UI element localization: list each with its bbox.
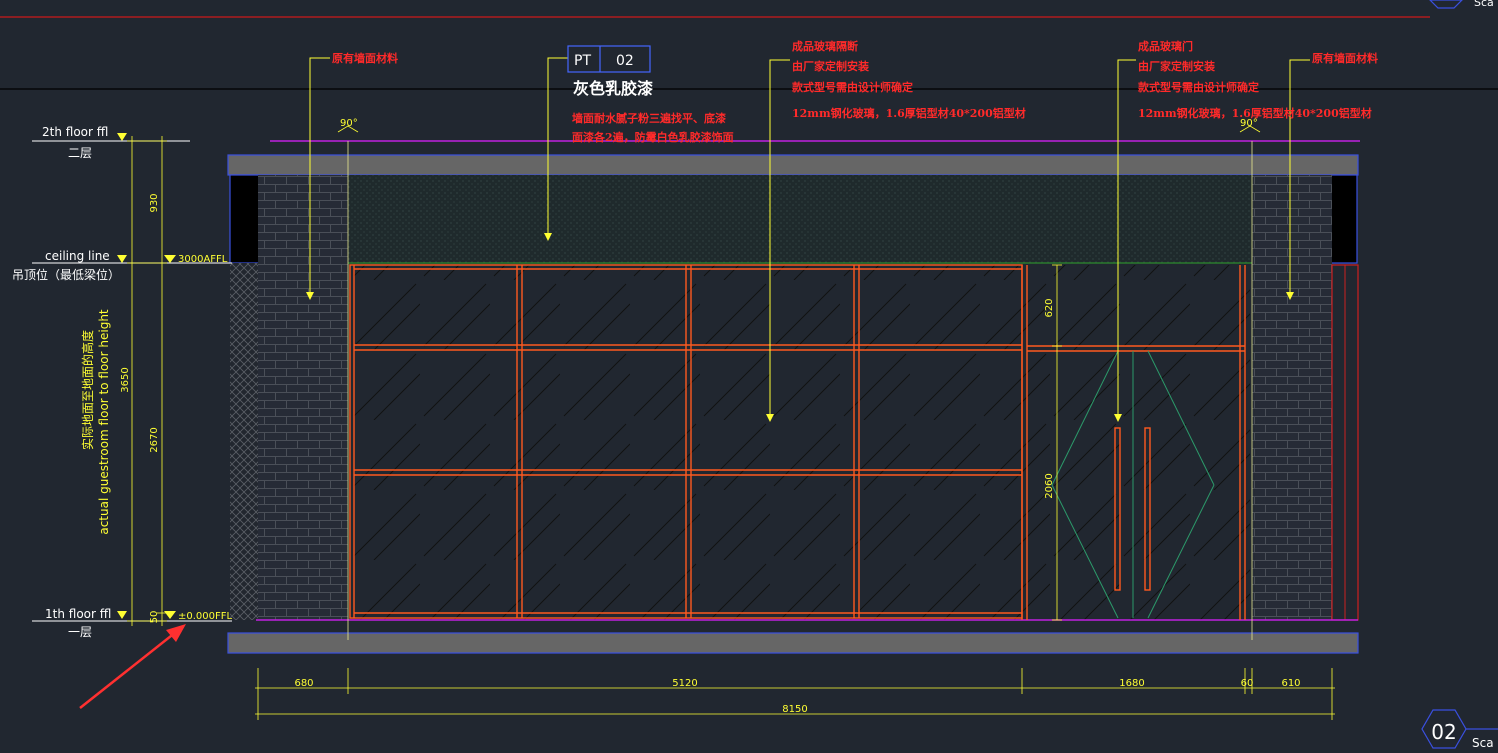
ceiling-label: ceiling line bbox=[45, 249, 110, 263]
tag-line2: 面漆各2遍，防霉白色乳胶漆饰面 bbox=[572, 130, 734, 144]
dim-2670: 2670 bbox=[149, 427, 160, 452]
note-left-wall: 原有墙面材料 bbox=[332, 51, 398, 65]
dim-680: 680 bbox=[294, 678, 313, 689]
left-brick-wall bbox=[258, 175, 348, 620]
corner-num: 02 bbox=[1431, 720, 1456, 744]
level-marker-icon bbox=[117, 133, 127, 141]
svg-text:12mm钢化玻璃，1.6厚铝型材40*200铝型材: 12mm钢化玻璃，1.6厚铝型材40*200铝型材 bbox=[1138, 106, 1372, 120]
material-tag: PT 02 灰色乳胶漆 墙面耐水腻子粉三遍找平、底漆 面漆各2遍，防霉白色乳胶漆… bbox=[567, 45, 734, 144]
note-right-wall: 原有墙面材料 bbox=[1312, 51, 1378, 65]
note-partition: 成品玻璃隔断 由厂家定制安装 款式型号需由设计师确定 12mm钢化玻璃，1.6厚… bbox=[792, 39, 1026, 120]
left-wall-section bbox=[230, 263, 258, 620]
corner-scale-top: Sca bbox=[1474, 0, 1494, 9]
floor1-label: 1th floor ffl bbox=[45, 607, 111, 621]
dim-3650: 3650 bbox=[120, 367, 131, 392]
dim-60: 60 bbox=[1241, 678, 1254, 689]
svg-text:由厂家定制安装: 由厂家定制安装 bbox=[1138, 59, 1215, 73]
red-arrow-icon bbox=[79, 624, 186, 709]
floor2-label: 2th floor ffl bbox=[42, 125, 108, 139]
tag-title: 灰色乳胶漆 bbox=[573, 79, 653, 98]
tag-code: PT bbox=[574, 53, 591, 69]
ceiling-tag: 3000AFFL bbox=[178, 254, 228, 265]
svg-text:款式型号需由设计师确定: 款式型号需由设计师确定 bbox=[792, 80, 913, 94]
svg-text:款式型号需由设计师确定: 款式型号需由设计师确定 bbox=[1138, 80, 1259, 94]
dim-8150: 8150 bbox=[782, 704, 807, 715]
drawing-canvas: 2th floor ffl 二层 ceiling line 吊顶位（最低梁位） … bbox=[0, 0, 1498, 750]
angle-left: 90° bbox=[340, 118, 358, 129]
level-marker-icon bbox=[164, 611, 176, 619]
tag-line1: 墙面耐水腻子粉三遍找平、底漆 bbox=[572, 111, 726, 125]
dim-50: 50 bbox=[149, 611, 160, 624]
level-marker-icon bbox=[117, 255, 127, 263]
floor1-cn: 一层 bbox=[68, 625, 92, 639]
hexagon-icon bbox=[1429, 0, 1463, 9]
ceiling-cn: 吊顶位（最低梁位） bbox=[12, 267, 120, 282]
dim-610: 610 bbox=[1281, 678, 1300, 689]
svg-text:由厂家定制安装: 由厂家定制安装 bbox=[792, 59, 869, 73]
upper-paint-panel bbox=[348, 175, 1252, 263]
level-marker-icon bbox=[117, 611, 127, 619]
tag-num: 02 bbox=[616, 53, 634, 69]
upper-slab bbox=[227, 154, 1359, 176]
svg-text:成品玻璃门: 成品玻璃门 bbox=[1138, 39, 1193, 53]
svg-text:成品玻璃隔断: 成品玻璃隔断 bbox=[792, 39, 858, 53]
dim-930: 930 bbox=[149, 193, 160, 212]
floor2-cn: 二层 bbox=[68, 146, 92, 160]
right-brick-wall bbox=[1252, 175, 1332, 620]
dim-1680: 1680 bbox=[1119, 678, 1144, 689]
dim-2060: 2060 bbox=[1044, 473, 1055, 498]
elevation-drawing: 2th floor ffl 二层 ceiling line 吊顶位（最低梁位） … bbox=[0, 0, 1498, 750]
lower-slab bbox=[227, 632, 1359, 654]
level-marker-icon bbox=[164, 255, 176, 263]
corner-scale: Sca bbox=[1472, 736, 1494, 749]
floor1-tag: ±0.000FFL bbox=[178, 611, 233, 622]
height-note-cn: 实际地面至地面的高度 bbox=[80, 330, 95, 450]
svg-text:12mm钢化玻璃，1.6厚铝型材40*200铝型材: 12mm钢化玻璃，1.6厚铝型材40*200铝型材 bbox=[792, 106, 1026, 120]
dim-620: 620 bbox=[1044, 298, 1055, 317]
dim-5120: 5120 bbox=[672, 678, 697, 689]
height-note-en: actual guestroom floor to floor height bbox=[97, 309, 111, 535]
